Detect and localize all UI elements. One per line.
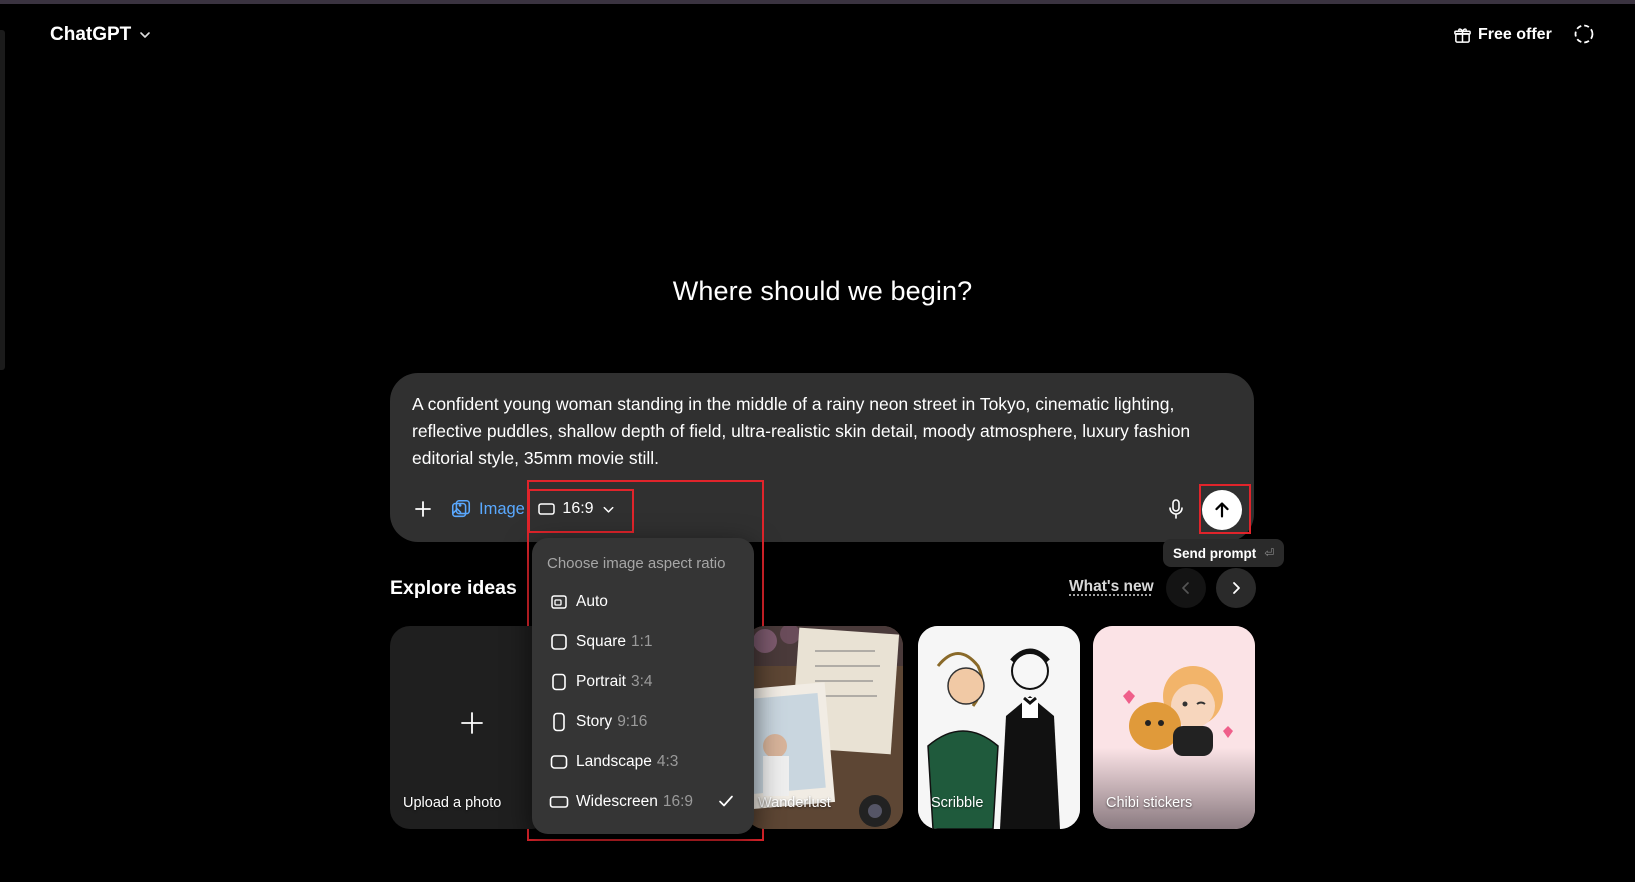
chevron-down-icon bbox=[603, 506, 614, 513]
card-label: Wanderlust bbox=[758, 795, 831, 811]
square-ratio-icon bbox=[551, 634, 567, 650]
gift-icon bbox=[1454, 27, 1471, 43]
auto-ratio-icon bbox=[551, 595, 567, 609]
widescreen-ratio-icon bbox=[549, 796, 569, 808]
carousel-prev-button[interactable] bbox=[1166, 568, 1206, 608]
card-label: Upload a photo bbox=[403, 795, 502, 811]
menu-item-landscape[interactable]: Landscape 4:3 bbox=[532, 742, 754, 782]
app-title: ChatGPT bbox=[50, 24, 132, 45]
image-tool-icon bbox=[451, 499, 471, 518]
menu-header: Choose image aspect ratio bbox=[547, 555, 726, 572]
menu-item-ratio: 16:9 bbox=[662, 793, 694, 810]
send-prompt-tooltip: Send prompt ⏎ bbox=[1163, 539, 1285, 567]
idea-card-chibi-stickers[interactable]: Chibi stickers bbox=[1093, 626, 1255, 829]
menu-item-widescreen[interactable]: Widescreen 16:9 bbox=[532, 782, 754, 822]
aspect-ratio-button[interactable]: 16:9 bbox=[532, 490, 622, 528]
menu-item-label: Square bbox=[576, 633, 626, 650]
image-tool-label: Image bbox=[479, 499, 525, 518]
idea-card-upload-photo[interactable]: Upload a photo bbox=[390, 626, 552, 829]
menu-item-label: Portrait bbox=[576, 673, 626, 690]
free-offer-button[interactable]: Free offer bbox=[1453, 20, 1552, 50]
idea-card-scribble[interactable]: Scribble bbox=[918, 626, 1080, 829]
sidebar-edge bbox=[0, 30, 5, 370]
menu-item-label: Story bbox=[576, 713, 613, 730]
add-attachment-icon[interactable] bbox=[411, 497, 435, 521]
arrow-up-icon bbox=[1215, 502, 1229, 518]
menu-item-ratio: 4:3 bbox=[656, 753, 679, 770]
enter-key-icon: ⏎ bbox=[1264, 546, 1275, 560]
menu-item-label: Landscape bbox=[576, 753, 652, 770]
window-top-border bbox=[0, 0, 1635, 4]
free-offer-label: Free offer bbox=[1478, 26, 1552, 43]
menu-item-square[interactable]: Square 1:1 bbox=[532, 622, 754, 662]
story-ratio-icon bbox=[553, 712, 565, 732]
checkmark-icon bbox=[719, 795, 733, 807]
aspect-ratio-value: 16:9 bbox=[562, 500, 594, 517]
chevron-left-icon bbox=[1182, 582, 1189, 594]
menu-item-ratio: 9:16 bbox=[617, 713, 648, 730]
portrait-ratio-icon bbox=[552, 673, 566, 691]
tooltip-label: Send prompt bbox=[1173, 545, 1257, 561]
image-tool-chip[interactable]: Image bbox=[450, 494, 525, 524]
chevron-right-icon bbox=[1233, 582, 1240, 594]
menu-item-ratio: 3:4 bbox=[630, 673, 653, 690]
whats-new-link[interactable]: What's new bbox=[1069, 578, 1154, 596]
menu-item-label: Widescreen bbox=[576, 793, 658, 810]
landscape-ratio-icon bbox=[550, 755, 568, 769]
menu-item-story[interactable]: Story 9:16 bbox=[532, 702, 754, 742]
card-label: Chibi stickers bbox=[1106, 795, 1193, 811]
card-label: Scribble bbox=[931, 795, 984, 811]
explore-ideas-heading: Explore ideas bbox=[390, 577, 517, 599]
send-prompt-button[interactable] bbox=[1202, 490, 1242, 530]
menu-item-ratio: 1:1 bbox=[630, 633, 653, 650]
temporary-chat-icon[interactable] bbox=[1572, 22, 1596, 46]
prompt-input[interactable]: A confident young woman standing in the … bbox=[412, 391, 1232, 472]
microphone-icon[interactable] bbox=[1164, 497, 1188, 521]
menu-item-auto[interactable]: Auto bbox=[532, 582, 754, 622]
widescreen-ratio-icon bbox=[538, 503, 556, 515]
aspect-ratio-menu: Choose image aspect ratio Auto Square 1:1… bbox=[532, 538, 754, 834]
plus-icon bbox=[461, 712, 483, 734]
idea-card-wanderlust[interactable]: Wanderlust bbox=[745, 626, 903, 829]
prompt-composer: A confident young woman standing in the … bbox=[390, 373, 1254, 542]
page-title: Where should we begin? bbox=[672, 276, 973, 306]
menu-item-label: Auto bbox=[576, 593, 608, 610]
menu-item-portrait[interactable]: Portrait 3:4 bbox=[532, 662, 754, 702]
chevron-down-icon bbox=[140, 32, 151, 38]
model-selector[interactable]: ChatGPT bbox=[50, 20, 153, 50]
carousel-next-button[interactable] bbox=[1216, 568, 1256, 608]
